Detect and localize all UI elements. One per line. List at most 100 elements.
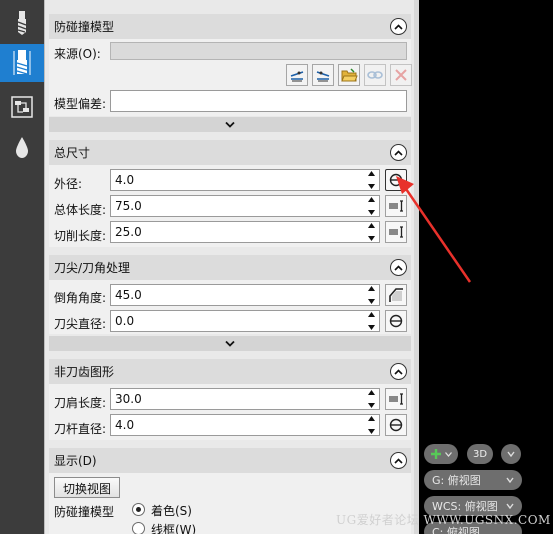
expand-more-button[interactable] <box>49 117 411 132</box>
section-non-tooth-header[interactable]: 非刀齿图形 <box>49 359 411 384</box>
shaded-radio[interactable] <box>132 503 145 516</box>
shank-diameter-label: 刀杆直径: <box>54 422 107 436</box>
expand-more-button[interactable] <box>49 336 411 351</box>
tip-diameter-label: 刀尖直径: <box>54 317 107 331</box>
section-title: 总尺寸 <box>54 146 91 160</box>
section-title: 防碰撞模型 <box>54 20 115 34</box>
sketch-alt-icon <box>316 71 330 82</box>
spin-up-icon <box>368 286 375 291</box>
shoulder-length-value: 30.0 <box>115 392 142 406</box>
view-options-button[interactable] <box>501 444 521 464</box>
link-button[interactable] <box>364 64 386 86</box>
section-title: 显示(D) <box>54 454 97 468</box>
diameter-icon <box>389 314 403 328</box>
section-dimensions-body: 外径: 4.0 总体长度: 75.0 切削长度: 25.0 <box>49 165 411 247</box>
delete-button[interactable] <box>390 64 412 86</box>
open-folder-button[interactable] <box>338 64 360 86</box>
section-display-header[interactable]: 显示(D) <box>49 448 411 473</box>
spinner[interactable] <box>367 390 376 408</box>
collapse-button[interactable] <box>390 363 407 380</box>
length-measure-icon <box>389 393 403 405</box>
spin-down-icon <box>368 184 375 189</box>
chevron-down-icon <box>506 477 514 483</box>
spin-down-icon <box>368 210 375 215</box>
section-dimensions-header[interactable]: 总尺寸 <box>49 140 411 165</box>
shoulder-length-field[interactable]: 30.0 <box>110 388 380 410</box>
spin-up-icon <box>368 223 375 228</box>
chamfer-angle-label: 倒角角度: <box>54 291 107 305</box>
spin-down-icon <box>368 299 375 304</box>
view-g-selector[interactable]: G: 俯视图 <box>424 470 522 490</box>
outer-diameter-field[interactable]: 4.0 <box>110 169 380 191</box>
holder-icon <box>11 96 33 118</box>
view-g-label: G: 俯视图 <box>432 474 481 487</box>
close-icon <box>395 69 407 81</box>
section-collision-model-body: 来源(O): 模型偏差: <box>49 39 412 116</box>
spin-up-icon <box>368 171 375 176</box>
section-tip-body: 倒角角度: 45.0 刀尖直径: 0.0 <box>49 280 411 334</box>
chamfer-angle-field[interactable]: 45.0 <box>110 284 380 306</box>
shaded-label: 着色(S) <box>151 504 192 518</box>
folder-open-icon <box>340 67 358 81</box>
wireframe-radio[interactable] <box>132 522 145 534</box>
cutting-length-label: 切削长度: <box>54 229 107 243</box>
collapse-button[interactable] <box>390 144 407 161</box>
sketch-button-2[interactable] <box>312 64 334 86</box>
spin-down-icon <box>368 403 375 408</box>
cutting-length-value: 25.0 <box>115 225 142 239</box>
cutting-length-field[interactable]: 25.0 <box>110 221 380 243</box>
spinner[interactable] <box>367 171 376 189</box>
collapse-button[interactable] <box>390 452 407 469</box>
tool-dialog-panel: 防碰撞模型 来源(O): 模型偏差: 总尺寸 外径: 4.0 总体长度: 75.… <box>44 0 414 534</box>
shank-diameter-field[interactable]: 4.0 <box>110 414 380 436</box>
chamfer-angle-value: 45.0 <box>115 288 142 302</box>
section-title: 刀尖/刀角处理 <box>54 261 131 275</box>
chevron-down-icon <box>225 121 235 128</box>
spinner[interactable] <box>367 197 376 215</box>
forum-watermark: UG爱好者论坛 WWW.UGSNX.COM <box>336 513 551 527</box>
chevron-up-icon <box>394 149 403 156</box>
add-view-button[interactable] <box>424 444 458 464</box>
offset-label: 模型偏差: <box>54 97 107 111</box>
shoulder-measure-button[interactable] <box>385 388 407 410</box>
section-collision-model-header[interactable]: 防碰撞模型 <box>49 14 411 39</box>
spin-down-icon <box>368 325 375 330</box>
outer-diameter-label: 外径: <box>54 177 83 191</box>
spin-up-icon <box>368 197 375 202</box>
toolbar-drill-bit[interactable] <box>0 4 44 42</box>
sketch-button-1[interactable] <box>286 64 308 86</box>
collapse-button[interactable] <box>390 18 407 35</box>
annotation-arrow <box>396 176 472 283</box>
source-field[interactable] <box>110 42 407 60</box>
outer-diameter-value: 4.0 <box>115 173 135 187</box>
overall-length-value: 75.0 <box>115 199 142 213</box>
tip-diameter-field[interactable]: 0.0 <box>110 310 380 332</box>
collision-model-label: 防碰撞模型 <box>54 505 115 519</box>
mill-tool-icon <box>13 50 31 75</box>
spinner[interactable] <box>367 416 376 434</box>
chevron-down-icon <box>507 451 515 457</box>
switch-view-button[interactable]: 切换视图 <box>54 477 121 498</box>
shank-diameter-value: 4.0 <box>115 418 135 432</box>
offset-field[interactable] <box>110 90 407 112</box>
spinner[interactable] <box>367 312 376 330</box>
toolbar-mill-tool[interactable] <box>0 44 44 82</box>
section-tip-header[interactable]: 刀尖/刀角处理 <box>49 255 411 280</box>
toolbar-drop[interactable] <box>0 128 44 166</box>
spin-up-icon <box>368 390 375 395</box>
diameter-icon <box>389 418 403 432</box>
drill-bit-icon <box>17 11 27 35</box>
spinner[interactable] <box>367 223 376 241</box>
chevron-up-icon <box>394 457 403 464</box>
section-non-tooth-body: 刀肩长度: 30.0 刀杆直径: 4.0 <box>49 384 411 440</box>
tip-diameter-measure-button[interactable] <box>385 310 407 332</box>
chevron-down-icon <box>445 451 452 457</box>
toolbar-holder[interactable] <box>0 88 44 126</box>
spin-up-icon <box>368 312 375 317</box>
spinner[interactable] <box>367 286 376 304</box>
plus-icon <box>431 449 441 459</box>
chevron-up-icon <box>394 368 403 375</box>
shank-diameter-measure-button[interactable] <box>385 414 407 436</box>
overall-length-field[interactable]: 75.0 <box>110 195 380 217</box>
view-3d-button[interactable]: 3D <box>467 444 493 464</box>
